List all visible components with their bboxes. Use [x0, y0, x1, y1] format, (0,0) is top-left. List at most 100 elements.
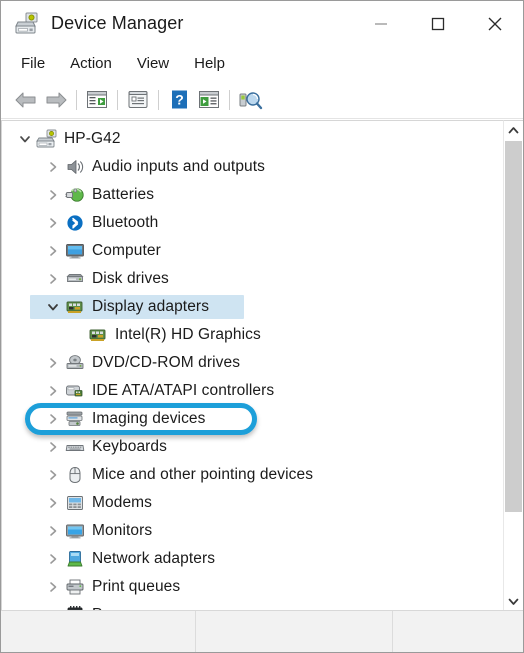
- status-pane-1: [1, 611, 196, 652]
- close-button[interactable]: [466, 1, 523, 46]
- tree-row-label: Keyboards: [92, 438, 168, 455]
- chevron-right-icon[interactable]: [42, 209, 64, 237]
- device-tree-list: HP-G42 Audio inputs and outputs Batterie…: [2, 121, 503, 610]
- scroll-up-button[interactable]: [504, 121, 523, 139]
- tree-row-label: DVD/CD-ROM drives: [92, 354, 241, 371]
- tree-row-root[interactable]: HP-G42: [2, 125, 503, 153]
- chevron-right-icon[interactable]: [42, 573, 64, 601]
- chevron-right-icon[interactable]: [42, 265, 64, 293]
- tree-row-bluetooth[interactable]: Bluetooth: [2, 209, 503, 237]
- tree-row-ide-ata-atapi-controllers[interactable]: IDE ATA/ATAPI controllers: [2, 377, 503, 405]
- forward-icon[interactable]: [41, 86, 71, 114]
- tree-row-print-queues[interactable]: Print queues: [2, 573, 503, 601]
- tree-row-batteries[interactable]: Batteries: [2, 181, 503, 209]
- chevron-right-icon[interactable]: [42, 349, 64, 377]
- battery-icon: [64, 184, 86, 206]
- tree-panel: HP-G42 Audio inputs and outputs Batterie…: [1, 119, 523, 610]
- chevron-right-icon[interactable]: [42, 489, 64, 517]
- show-hide-console-tree-icon[interactable]: [82, 86, 112, 114]
- mouse-icon: [64, 464, 86, 486]
- tree-row-processors[interactable]: Processors: [2, 601, 503, 610]
- menu-view[interactable]: View: [126, 52, 180, 75]
- chevron-down-icon[interactable]: [42, 293, 64, 321]
- chevron-right-icon[interactable]: [42, 433, 64, 461]
- ide-controller-icon: [64, 380, 86, 402]
- tree-row-label: Bluetooth: [92, 214, 159, 231]
- scan-for-hardware-changes-icon[interactable]: [235, 86, 265, 114]
- disk-drive-icon: [64, 268, 86, 290]
- keyboard-icon: [64, 436, 86, 458]
- monitor-icon: [64, 240, 86, 262]
- tree-row-label: Print queues: [92, 578, 181, 595]
- bluetooth-icon: [64, 212, 86, 234]
- chevron-right-icon[interactable]: [42, 153, 64, 181]
- tree-row-dvd-cd-rom-drives[interactable]: DVD/CD-ROM drives: [2, 349, 503, 377]
- toolbar-separator: [158, 89, 159, 110]
- status-pane-3: [393, 611, 523, 652]
- chevron-right-icon[interactable]: [42, 517, 64, 545]
- chevron-right-icon[interactable]: [42, 237, 64, 265]
- modem-icon: [64, 492, 86, 514]
- toolbar-separator: [117, 89, 118, 110]
- window-title: Device Manager: [51, 13, 184, 33]
- tree-row-keyboards[interactable]: Keyboards: [2, 433, 503, 461]
- scroll-down-button[interactable]: [504, 592, 523, 610]
- chevron-down-icon[interactable]: [14, 125, 36, 153]
- tree-row-label: Audio inputs and outputs: [92, 158, 266, 175]
- tree-row-mice-and-other-pointing-devices[interactable]: Mice and other pointing devices: [2, 461, 503, 489]
- tree-row-disk-drives[interactable]: Disk drives: [2, 265, 503, 293]
- menu-help[interactable]: Help: [183, 52, 236, 75]
- tree-row-network-adapters[interactable]: Network adapters: [2, 545, 503, 573]
- device-tree[interactable]: HP-G42 Audio inputs and outputs Batterie…: [1, 120, 503, 610]
- tree-row-label: Mice and other pointing devices: [92, 466, 314, 483]
- tree-row-imaging-devices[interactable]: Imaging devices: [2, 405, 503, 433]
- menu-file[interactable]: File: [15, 52, 56, 75]
- minimize-button[interactable]: [352, 1, 409, 46]
- scrollbar-track[interactable]: [504, 139, 523, 592]
- display-adapter-icon: [87, 324, 109, 346]
- display-adapter-icon: [64, 296, 86, 318]
- scrollbar-thumb[interactable]: [505, 141, 522, 513]
- chevron-right-icon[interactable]: [42, 377, 64, 405]
- chevron-right-icon[interactable]: [42, 181, 64, 209]
- processor-icon: [64, 604, 86, 610]
- menu-action[interactable]: Action: [59, 52, 123, 75]
- tree-row-audio-inputs-and-outputs[interactable]: Audio inputs and outputs: [2, 153, 503, 181]
- chevron-right-icon[interactable]: [42, 405, 64, 433]
- printer-icon: [64, 576, 86, 598]
- tree-row-label: Computer: [92, 242, 161, 259]
- title-bar: Device Manager: [1, 1, 523, 46]
- tree-row-monitors[interactable]: Monitors: [2, 517, 503, 545]
- maximize-button[interactable]: [409, 1, 466, 46]
- help-icon[interactable]: ?: [164, 86, 194, 114]
- dvd-drive-icon: [64, 352, 86, 374]
- status-bar: [1, 610, 523, 652]
- svg-text:?: ?: [175, 92, 184, 108]
- chevron-right-icon[interactable]: [42, 545, 64, 573]
- properties-icon[interactable]: [123, 86, 153, 114]
- chevron-right-icon[interactable]: [42, 461, 64, 489]
- toolbar: ?: [1, 81, 523, 119]
- toolbar-separator: [229, 89, 230, 110]
- tree-row-label: Disk drives: [92, 270, 169, 287]
- chevron-right-icon[interactable]: [42, 601, 64, 610]
- tree-row-label: Processors: [92, 606, 171, 610]
- tree-row-label: Monitors: [92, 522, 153, 539]
- menu-bar: File Action View Help: [1, 46, 523, 81]
- update-driver-icon[interactable]: [194, 86, 224, 114]
- back-icon[interactable]: [11, 86, 41, 114]
- tree-row-display-adapters[interactable]: Display adapters: [2, 293, 503, 321]
- tree-row-intel-hd-graphics[interactable]: Intel(R) HD Graphics: [2, 321, 503, 349]
- imaging-device-icon: [64, 408, 86, 430]
- tree-row-label: Network adapters: [92, 550, 216, 567]
- device-manager-window: Device Manager File Action View Help ? H…: [0, 0, 524, 653]
- window-controls: [352, 1, 523, 46]
- tree-row-label: Modems: [92, 494, 153, 511]
- tree-row-label: Imaging devices: [92, 410, 206, 427]
- tree-row-label: Batteries: [92, 186, 155, 203]
- tree-row-modems[interactable]: Modems: [2, 489, 503, 517]
- tree-row-computer[interactable]: Computer: [2, 237, 503, 265]
- vertical-scrollbar[interactable]: [503, 120, 523, 610]
- network-adapter-icon: [64, 548, 86, 570]
- tree-row-label: Display adapters: [92, 298, 210, 315]
